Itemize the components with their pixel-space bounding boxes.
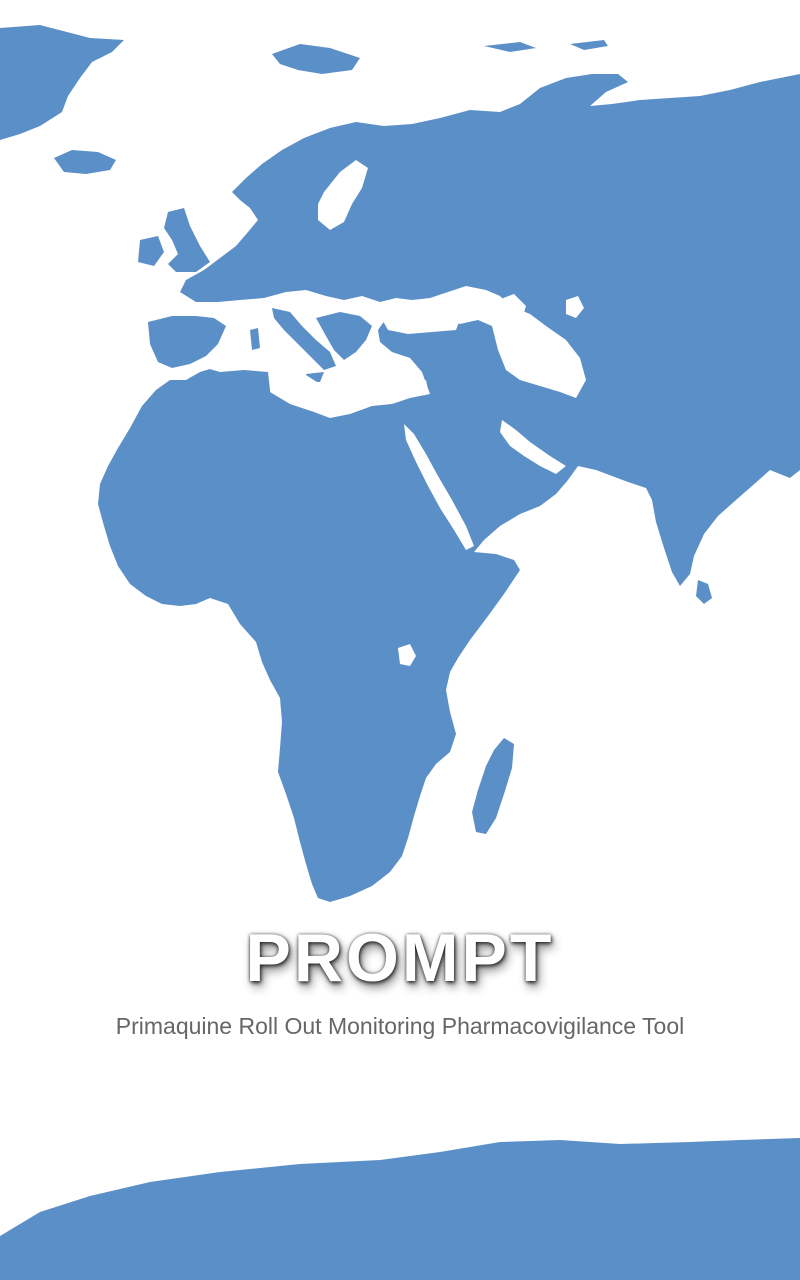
greenland-landmass (0, 25, 124, 140)
black-sea (378, 300, 462, 334)
sardinia-landmass (250, 328, 260, 350)
madagascar-landmass (472, 738, 514, 834)
app-subtitle: Primaquine Roll Out Monitoring Pharmacov… (115, 1013, 685, 1039)
arctic-island (570, 40, 608, 50)
antarctica-landmass (0, 1138, 800, 1280)
svalbard-landmass (272, 44, 360, 74)
sri-lanka-landmass (696, 580, 712, 604)
great-britain-landmass (164, 208, 210, 272)
iberia-landmass (148, 316, 226, 368)
ireland-landmass (138, 236, 164, 266)
world-map-background (0, 25, 800, 1280)
app-title: PROMPT (245, 920, 555, 996)
iceland-landmass (54, 150, 116, 174)
arctic-island (484, 42, 536, 52)
eurasia-africa-landmass (98, 74, 800, 902)
